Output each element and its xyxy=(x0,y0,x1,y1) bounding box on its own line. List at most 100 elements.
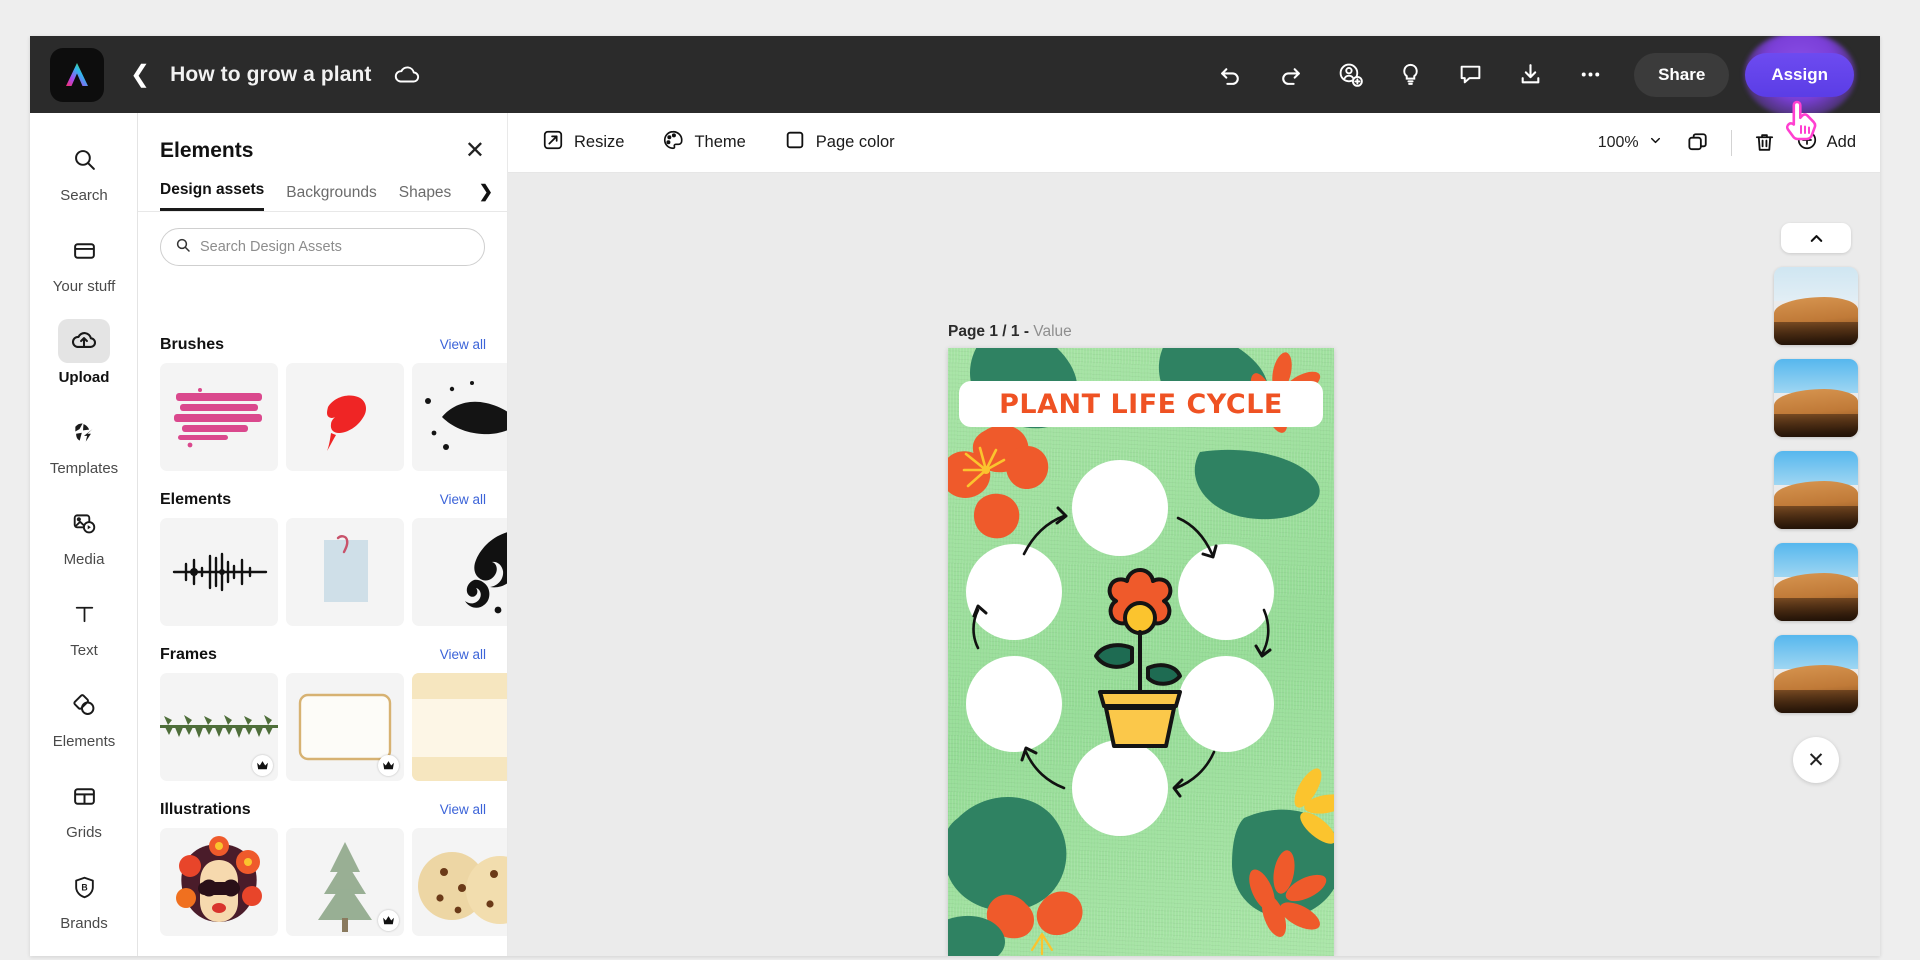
page-label-prefix: Page 1 / 1 - xyxy=(948,323,1029,340)
desert-dune-thumbnail[interactable] xyxy=(1774,635,1858,713)
sidebar-item-grids[interactable]: Grids xyxy=(30,750,137,841)
sidebar-item-search[interactable]: Search xyxy=(30,113,137,204)
left-rail: Search Your stuff Upload Templates Media… xyxy=(30,113,138,956)
search-design-assets-box[interactable] xyxy=(160,228,485,266)
asset-thumbnail-black-ink-splatter[interactable] xyxy=(412,363,507,471)
premium-crown-icon xyxy=(378,910,399,931)
sidebar-item-templates[interactable]: Templates xyxy=(30,386,137,477)
asset-thumbnail-pine-branch-border[interactable] xyxy=(160,673,278,781)
zoom-level-value: 100% xyxy=(1597,133,1639,151)
asset-thumbnail-black-floral-ornament[interactable] xyxy=(412,518,507,626)
plus-circle-icon xyxy=(1796,129,1818,156)
desert-dune-thumbnail[interactable] xyxy=(1774,451,1858,529)
sidebar-item-upload[interactable]: Upload xyxy=(30,295,137,386)
app-window: ❮ How to grow a plant Share Assign Searc… xyxy=(30,36,1880,956)
resize-button[interactable]: Resize xyxy=(534,123,632,162)
adobe-express-logo-icon[interactable] xyxy=(50,47,104,102)
undo-icon[interactable] xyxy=(1207,52,1253,98)
thumbnail-sky xyxy=(1774,543,1858,578)
page-color-button[interactable]: Page color xyxy=(776,123,903,162)
grids-icon xyxy=(58,774,110,818)
elements-shapes-icon xyxy=(58,683,110,727)
chevron-left-icon[interactable]: ❮ xyxy=(130,62,150,87)
sidebar-item-elements[interactable]: Elements xyxy=(30,659,137,750)
asset-thumbnail-red-paint-swipe[interactable] xyxy=(286,363,404,471)
section-header-brushes: Brushes View all xyxy=(138,316,507,363)
thumbnail-row-frames xyxy=(138,673,507,781)
section-header-elements: Elements View all xyxy=(138,471,507,518)
search-input[interactable] xyxy=(200,239,470,255)
asset-thumbnail-chocolate-chip-cookies[interactable] xyxy=(412,828,507,936)
asset-thumbnail-cream-gold-frame[interactable] xyxy=(412,673,507,781)
assign-button[interactable]: Assign xyxy=(1745,52,1854,97)
page-label-value: Value xyxy=(1033,323,1072,340)
tab-backgrounds[interactable]: Backgrounds xyxy=(286,184,376,211)
thumbnail-sky xyxy=(1774,635,1858,670)
resize-label: Resize xyxy=(574,133,625,151)
comment-bubble-icon[interactable] xyxy=(1447,52,1493,98)
ellipsis-icon[interactable] xyxy=(1567,52,1613,98)
canvas-area[interactable]: Page 1 / 1 - Value PLANT LIFE CYCLE xyxy=(508,173,1880,956)
asset-thumbnail-woman-with-flowers-sunglasses[interactable] xyxy=(160,828,278,936)
document-title[interactable]: How to grow a plant xyxy=(170,63,371,87)
poster-page[interactable]: Plant Life Cycle xyxy=(948,348,1334,956)
share-button[interactable]: Share xyxy=(1634,52,1730,97)
theme-button[interactable]: Theme xyxy=(654,123,753,162)
sidebar-item-your-stuff[interactable]: Your stuff xyxy=(30,204,137,295)
templates-icon xyxy=(58,410,110,454)
sidebar-label: Grids xyxy=(66,824,102,841)
sidebar-label: Search xyxy=(60,187,108,204)
chevron-up-icon[interactable] xyxy=(1781,223,1851,253)
panel-title: Elements xyxy=(160,139,254,162)
asset-thumbnail-audio-waveform[interactable] xyxy=(160,518,278,626)
tab-shapes[interactable]: Shapes xyxy=(399,184,452,211)
thumbnail-shadow xyxy=(1774,321,1858,345)
duplicate-pages-icon[interactable] xyxy=(1677,122,1719,164)
download-icon[interactable] xyxy=(1507,52,1553,98)
view-all-link[interactable]: View all xyxy=(440,492,486,507)
top-bar: ❮ How to grow a plant Share Assign xyxy=(30,36,1880,140)
panel-tabs: Design assets Backgrounds Shapes ❯ xyxy=(138,163,507,212)
sidebar-item-media[interactable]: Media xyxy=(30,477,137,568)
sidebar-label: Media xyxy=(63,551,105,568)
add-page-button[interactable]: Add xyxy=(1796,129,1856,156)
close-icon[interactable]: ✕ xyxy=(1793,737,1839,783)
view-all-link[interactable]: View all xyxy=(440,647,486,662)
asset-thumbnail-pink-brush-stroke[interactable] xyxy=(160,363,278,471)
asset-thumbnail-gold-rounded-frame[interactable] xyxy=(286,673,404,781)
asset-thumbnail-watercolor-pine-tree[interactable] xyxy=(286,828,404,936)
section-header-illustrations: Illustrations View all xyxy=(138,781,507,828)
add-person-icon[interactable] xyxy=(1327,52,1373,98)
zoom-level-select[interactable]: 100% xyxy=(1598,133,1663,153)
asset-thumbnail-paper-with-clip[interactable] xyxy=(286,518,404,626)
trash-icon[interactable] xyxy=(1744,122,1786,164)
premium-crown-icon xyxy=(252,755,273,776)
desert-dune-thumbnail[interactable] xyxy=(1774,543,1858,621)
thumbnail-shadow xyxy=(1774,689,1858,713)
panel-content-scroll[interactable]: Brushes View all Elements View all Frame… xyxy=(138,316,507,956)
thumbnail-row-elements xyxy=(138,518,507,626)
assign-button-label: Assign xyxy=(1771,64,1828,84)
tab-design-assets[interactable]: Design assets xyxy=(160,181,265,211)
desert-dune-thumbnail[interactable] xyxy=(1774,267,1858,345)
folder-icon xyxy=(58,228,110,272)
sidebar-item-brands[interactable]: B Brands xyxy=(30,841,137,932)
close-icon[interactable]: ✕ xyxy=(465,139,485,163)
canvas-toolbar: Resize Theme Page color 100% Add xyxy=(508,113,1880,173)
chevron-right-icon[interactable]: ❯ xyxy=(479,182,493,202)
view-all-link[interactable]: View all xyxy=(440,802,486,817)
desert-dune-thumbnail[interactable] xyxy=(1774,359,1858,437)
svg-text:B: B xyxy=(81,882,87,892)
premium-crown-icon xyxy=(378,755,399,776)
lightbulb-icon[interactable] xyxy=(1387,52,1433,98)
potted-flower-illustration[interactable] xyxy=(1076,562,1204,754)
section-title: Frames xyxy=(160,646,217,663)
redo-icon[interactable] xyxy=(1267,52,1313,98)
sidebar-label: Upload xyxy=(58,369,110,386)
view-all-link[interactable]: View all xyxy=(440,337,486,352)
section-title: Illustrations xyxy=(160,801,251,818)
media-icon xyxy=(58,501,110,545)
thumbnail-row-illustrations xyxy=(138,828,507,936)
sidebar-item-text[interactable]: Text xyxy=(30,568,137,659)
thumbnail-shadow xyxy=(1774,597,1858,621)
